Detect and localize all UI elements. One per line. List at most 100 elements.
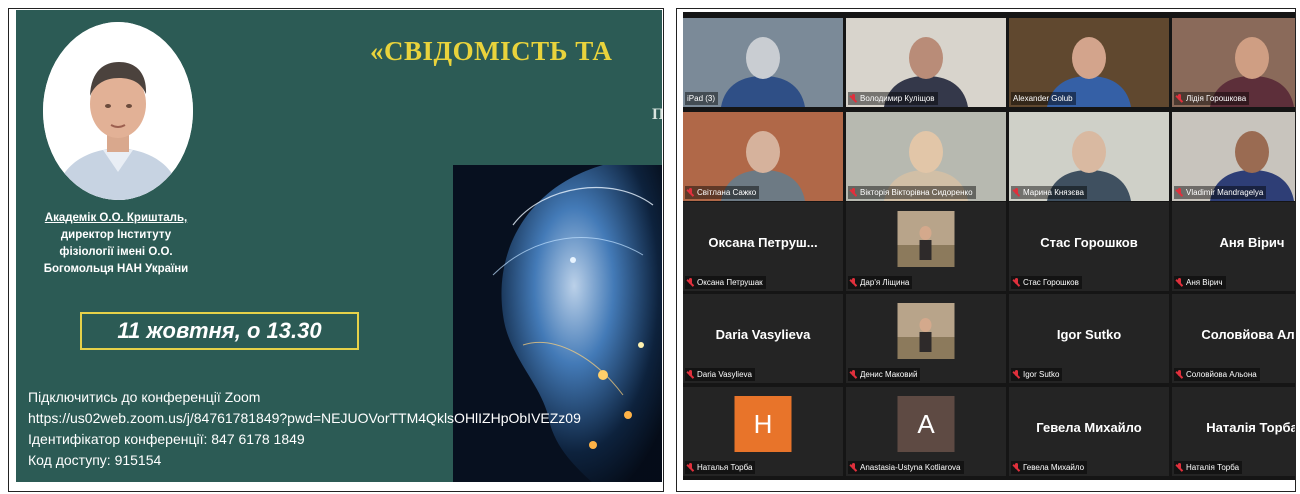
zoom-meeting-id: Ідентифікатор конференції: 847 6178 1849 bbox=[28, 431, 305, 447]
participant-name-text: Володимир Куліщов bbox=[860, 94, 935, 103]
participant-tile[interactable]: Оксана Петруш... Оксана Петрушак bbox=[683, 202, 843, 291]
participant-tile[interactable]: Наталія Торба Наталія Торба bbox=[1172, 387, 1295, 476]
muted-mic-icon bbox=[1013, 188, 1020, 197]
muted-mic-icon bbox=[1013, 370, 1020, 379]
participant-display-name: Оксана Петруш... bbox=[708, 235, 818, 250]
participant-name-label: Оксана Петрушак bbox=[685, 276, 766, 289]
participant-name-label: Лідія Горошкова bbox=[1174, 92, 1250, 105]
participant-name-text: Anastasia-Ustyna Kotliarova bbox=[860, 463, 961, 472]
poster-title: «СВІДОМІСТЬ ТА bbox=[370, 36, 613, 66]
muted-mic-icon bbox=[850, 94, 857, 103]
participant-tile[interactable]: Аня Вірич Аня Вірич bbox=[1172, 202, 1295, 291]
muted-mic-icon bbox=[1013, 278, 1020, 287]
participant-tile[interactable]: Світлана Сажко bbox=[683, 112, 843, 201]
participant-name-text: Лідія Горошкова bbox=[1186, 94, 1247, 103]
participant-tile[interactable]: Денис Маковий bbox=[846, 294, 1006, 383]
speaker-portrait-image bbox=[43, 22, 193, 200]
participant-name-text: Аня Вірич bbox=[1186, 278, 1223, 287]
zoom-connection-info: Підключитись до конференції Zoom https:/… bbox=[28, 387, 581, 471]
participant-name-label: Денис Маковий bbox=[848, 368, 921, 381]
participant-name-text: Наталія Торба bbox=[1186, 463, 1240, 472]
participant-name-text: Дар'я Ліщина bbox=[860, 278, 910, 287]
participant-name-label: Daria Vasylieva bbox=[685, 368, 755, 381]
participant-tile[interactable]: Вікторія Вікторівна Сидоренко bbox=[846, 112, 1006, 201]
participant-display-name: Наталія Торба bbox=[1206, 420, 1295, 435]
participant-name-text: Марина Князєва bbox=[1023, 188, 1084, 197]
participant-tile[interactable]: Стас Горошков Стас Горошков bbox=[1009, 202, 1169, 291]
muted-mic-icon bbox=[687, 463, 694, 472]
participant-name-text: Гевела Михайло bbox=[1023, 463, 1085, 472]
participant-tile[interactable]: Соловйова Аль Соловйова Альона bbox=[1172, 294, 1295, 383]
participant-name-label: Стас Горошков bbox=[1011, 276, 1082, 289]
speaker-caption: Академік О.О. Кришталь, директор Інститу… bbox=[26, 210, 206, 278]
participant-tile[interactable]: Гевела Михайло Гевела Михайло bbox=[1009, 387, 1169, 476]
speaker-name: Академік О.О. Кришталь, bbox=[44, 212, 188, 224]
participant-name-text: Світлана Сажко bbox=[697, 188, 757, 197]
participant-tile[interactable]: Дар'я Ліщина bbox=[846, 202, 1006, 291]
participant-name-text: Вікторія Вікторівна Сидоренко bbox=[860, 188, 973, 197]
zoom-passcode: Код доступу: 915154 bbox=[28, 452, 162, 468]
participant-name-label: Марина Князєва bbox=[1011, 186, 1087, 199]
participant-display-name: Daria Vasylieva bbox=[715, 327, 811, 342]
participant-name-label: Гевела Михайло bbox=[1011, 461, 1088, 474]
event-date: 11 жовтня, о 13.30 bbox=[80, 312, 359, 350]
participant-name-text: iPad (3) bbox=[687, 94, 716, 103]
participant-display-name: Гевела Михайло bbox=[1036, 420, 1142, 435]
participant-name-label: Vladimir Mandragelya bbox=[1174, 186, 1267, 199]
participant-name-text: Оксана Петрушак bbox=[697, 278, 763, 287]
muted-mic-icon bbox=[1176, 463, 1183, 472]
participant-tile[interactable]: Володимир Куліщов bbox=[846, 18, 1006, 107]
participant-name-label: Anastasia-Ustyna Kotliarova bbox=[848, 461, 964, 474]
muted-mic-icon bbox=[850, 463, 857, 472]
muted-mic-icon bbox=[1176, 370, 1183, 379]
screenshot-canvas: «СВІДОМІСТЬ ТА П Академік О.О. Кришталь,… bbox=[0, 0, 1300, 494]
participant-display-name: Аня Вірич bbox=[1219, 235, 1285, 250]
participant-display-name: Igor Sutko bbox=[1056, 327, 1122, 342]
participant-name-text: Соловйова Альона bbox=[1186, 370, 1257, 379]
participant-tile[interactable]: Лідія Горошкова bbox=[1172, 18, 1295, 107]
participant-tile[interactable]: Vladimir Mandragelya bbox=[1172, 112, 1295, 201]
muted-mic-icon bbox=[850, 278, 857, 287]
participant-name-label: Володимир Куліщов bbox=[848, 92, 938, 105]
participant-name-label: Аня Вірич bbox=[1174, 276, 1226, 289]
participant-tile[interactable]: H Наталья Торба bbox=[683, 387, 843, 476]
participant-name-text: Стас Горошков bbox=[1023, 278, 1079, 287]
zoom-meeting-link[interactable]: https://us02web.zoom.us/j/84761781849?pw… bbox=[28, 408, 581, 429]
muted-mic-icon bbox=[850, 188, 857, 197]
speaker-title-line-1: директор Інституту bbox=[60, 229, 172, 241]
participant-name-text: Alexander Golub bbox=[1013, 94, 1073, 103]
muted-mic-icon bbox=[687, 188, 694, 197]
participant-name-text: Денис Маковий bbox=[860, 370, 918, 379]
muted-mic-icon bbox=[687, 370, 694, 379]
participant-display-name: Соловйова Аль bbox=[1201, 327, 1295, 342]
participant-name-label: Alexander Golub bbox=[1011, 92, 1076, 105]
participant-profile-photo bbox=[897, 211, 955, 267]
event-poster: «СВІДОМІСТЬ ТА П Академік О.О. Кришталь,… bbox=[16, 10, 662, 482]
muted-mic-icon bbox=[1176, 278, 1183, 287]
participant-name-label: Дар'я Ліщина bbox=[848, 276, 913, 289]
participant-name-label: Наталья Торба bbox=[685, 461, 756, 474]
participant-tile[interactable]: Alexander Golub bbox=[1009, 18, 1169, 107]
participant-name-label: Igor Sutko bbox=[1011, 368, 1063, 381]
muted-mic-icon bbox=[687, 278, 694, 287]
participant-name-text: Vladimir Mandragelya bbox=[1186, 188, 1264, 197]
participant-tile[interactable]: A Anastasia-Ustyna Kotliarova bbox=[846, 387, 1006, 476]
participant-avatar: H bbox=[734, 396, 792, 452]
participant-profile-photo bbox=[897, 303, 955, 359]
participant-tile[interactable]: Daria Vasylieva Daria Vasylieva bbox=[683, 294, 843, 383]
participant-name-text: Daria Vasylieva bbox=[697, 370, 752, 379]
zoom-connect-label: Підключитись до конференції Zoom bbox=[28, 389, 261, 405]
participant-name-label: Вікторія Вікторівна Сидоренко bbox=[848, 186, 976, 199]
speaker-portrait bbox=[43, 22, 193, 200]
participant-name-label: Соловйова Альона bbox=[1174, 368, 1260, 381]
poster-subtitle: П bbox=[652, 106, 662, 123]
participant-name-text: Наталья Торба bbox=[697, 463, 753, 472]
participant-tile[interactable]: Марина Князєва bbox=[1009, 112, 1169, 201]
muted-mic-icon bbox=[1013, 463, 1020, 472]
participant-tile[interactable]: iPad (3) bbox=[683, 18, 843, 107]
muted-mic-icon bbox=[1176, 188, 1183, 197]
speaker-title-line-2: фізіології імені О.О. bbox=[59, 246, 173, 258]
participant-name-text: Igor Sutko bbox=[1023, 370, 1060, 379]
participant-tile[interactable]: Igor Sutko Igor Sutko bbox=[1009, 294, 1169, 383]
muted-mic-icon bbox=[850, 370, 857, 379]
